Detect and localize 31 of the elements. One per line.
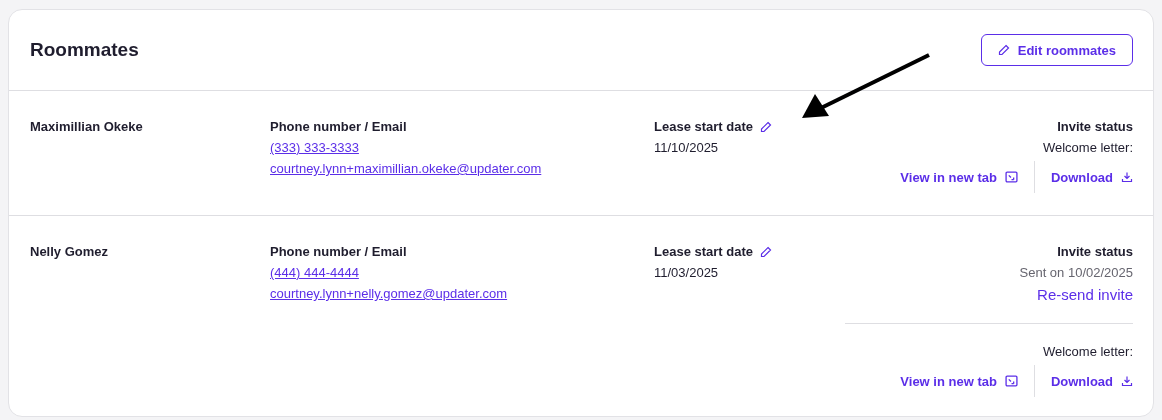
email-link[interactable]: courtney.lynn+nelly.gomez@updater.com [270,286,654,301]
card-title: Roommates [30,39,139,61]
edit-roommates-button[interactable]: Edit roommates [980,34,1133,66]
field-label: Phone number / Email [270,244,407,259]
lease-date: 11/10/2025 [654,140,720,155]
pencil-icon[interactable] [760,120,772,133]
roommate-name: Nelly Gomez [30,244,110,261]
resend-invite-link[interactable]: Re-send invite [1037,286,1133,303]
view-in-new-tab-link[interactable]: View in new tab [900,367,1018,395]
pencil-icon [997,44,1010,56]
pencil-icon[interactable] [760,245,772,258]
field-label: Phone number / Email [270,119,407,134]
download-link[interactable]: Download [1050,367,1133,395]
sent-date: Sent on 10/02/2025 [1019,265,1133,280]
lease-date: 11/03/2025 [654,265,720,280]
field-label: Invite status [1057,244,1133,259]
external-window-icon [1004,375,1018,387]
phone-link[interactable]: (444) 444-4444 [270,265,654,280]
phone-link[interactable]: (333) 333-3333 [270,140,654,155]
welcome-letter-label: Welcome letter: [1042,140,1133,155]
roommate-name: Maximillian Okeke [30,119,144,136]
field-label: Lease start date [654,119,753,134]
email-link[interactable]: courtney.lynn+maximillian.okeke@updater.com [270,161,654,176]
external-window-icon [1004,171,1018,183]
download-icon [1121,171,1133,183]
download-link[interactable]: Download [1050,163,1133,191]
field-label: Lease start date [654,244,753,259]
field-label: Invite status [1057,119,1133,134]
download-icon [1121,375,1133,387]
view-in-new-tab-link[interactable]: View in new tab [900,163,1018,191]
welcome-letter-label: Welcome letter: [1042,344,1133,359]
